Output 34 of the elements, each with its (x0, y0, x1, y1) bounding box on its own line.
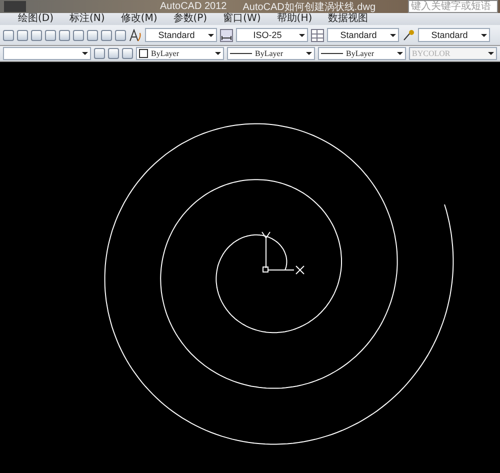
menu-item[interactable]: 修改(M) (120, 13, 158, 25)
style-dropdown[interactable]: Standard (327, 28, 399, 42)
ucs-icon (262, 232, 304, 274)
style-dropdown[interactable]: Standard (418, 28, 490, 42)
leader-style-icon[interactable] (402, 28, 415, 42)
toolbar-icon[interactable] (94, 48, 105, 59)
property-dropdown[interactable]: ByLayer (136, 47, 224, 60)
property-dropdown[interactable]: ByLayer (318, 47, 406, 60)
toolbar-icon[interactable] (17, 30, 28, 40)
menu-item[interactable]: 绘图(D) (18, 13, 54, 25)
toolbar-icon[interactable] (3, 30, 14, 40)
style-dropdown[interactable]: ISO-25 (236, 28, 308, 42)
toolbar-icon[interactable] (45, 30, 56, 40)
toolbar-icon[interactable] (101, 30, 112, 40)
app-title: AutoCAD 2012 (160, 1, 227, 12)
menu-item[interactable]: 帮助(H) (276, 13, 312, 25)
dimension-style-icon[interactable] (220, 28, 233, 42)
toolbar-icon[interactable] (59, 30, 70, 40)
toolbar-icon[interactable] (115, 30, 126, 40)
toolbar-icon[interactable] (31, 30, 42, 40)
toolbar-icon[interactable] (87, 30, 98, 40)
property-dropdown[interactable]: ByLayer (227, 47, 315, 60)
toolbar-icon[interactable] (73, 30, 84, 40)
file-title: AutoCAD如何创建涡状线.dwg (242, 0, 377, 12)
toolbar-icon[interactable] (108, 48, 119, 59)
menu-item[interactable]: 标注(N) (70, 13, 105, 25)
menu-item[interactable]: 窗口(W) (223, 13, 261, 25)
layer-dropdown[interactable] (3, 47, 91, 60)
table-style-icon[interactable] (311, 28, 324, 42)
menu-item[interactable]: 参数(P) (173, 13, 208, 25)
toolbar-icon[interactable] (122, 48, 133, 59)
style-dropdown[interactable]: Standard (145, 28, 217, 42)
menu-item[interactable]: 数据视图 (328, 13, 368, 25)
text-style-icon[interactable] (129, 28, 142, 42)
